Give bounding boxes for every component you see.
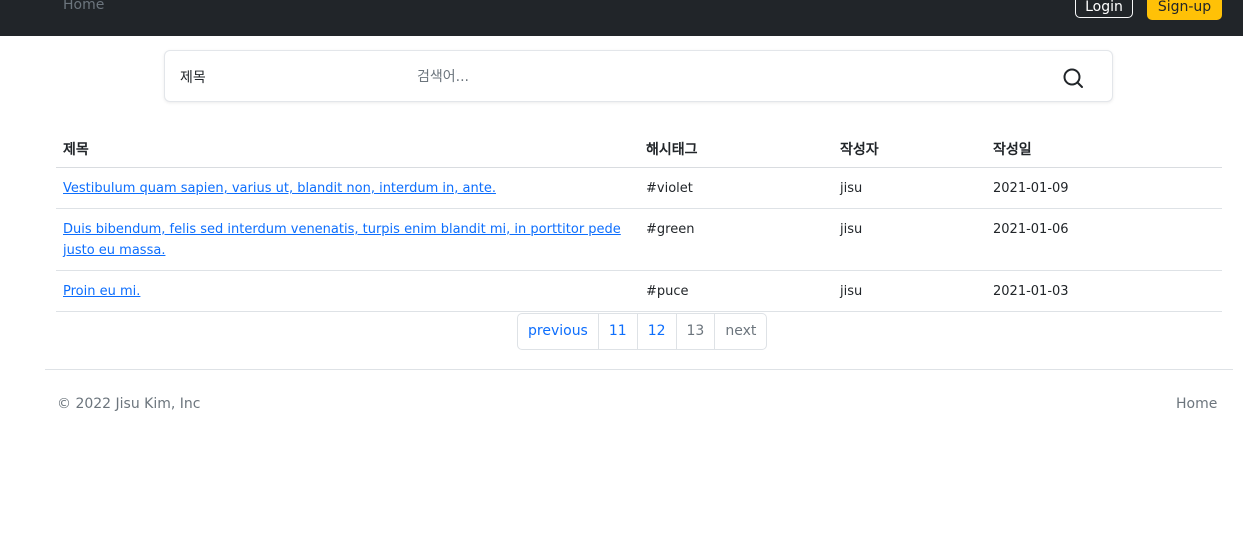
table-header-row: 제목 해시태그 작성자 작성일: [56, 130, 1222, 168]
pagination: previous 11 12 13 next: [517, 313, 768, 350]
table-row: Vestibulum quam sapien, varius ut, bland…: [56, 167, 1222, 209]
article-title-link[interactable]: Vestibulum quam sapien, varius ut, bland…: [63, 181, 496, 196]
search-input[interactable]: [417, 65, 1037, 89]
pagination-next[interactable]: next: [714, 314, 766, 349]
signup-button[interactable]: Sign-up: [1147, 0, 1222, 20]
search-type-select[interactable]: 제목: [180, 67, 206, 87]
table-row: Proin eu mi. #puce jisu 2021-01-03: [56, 270, 1222, 312]
search-button[interactable]: [1060, 65, 1086, 91]
table-row: Duis bibendum, felis sed interdum venena…: [56, 208, 1222, 271]
author-cell: jisu: [833, 208, 986, 271]
header-title[interactable]: 제목: [56, 130, 639, 168]
footer-copyright: © 2022 Jisu Kim, Inc: [57, 396, 201, 412]
footer-divider: [45, 369, 1233, 370]
header-date[interactable]: 작성일: [986, 130, 1222, 168]
search-icon: [1063, 68, 1083, 88]
title-cell: Proin eu mi.: [56, 270, 639, 312]
nav-home-link[interactable]: Home: [63, 0, 104, 13]
title-cell: Vestibulum quam sapien, varius ut, bland…: [56, 167, 639, 209]
header-hashtag[interactable]: 해시태그: [639, 130, 833, 168]
hashtag-cell: #puce: [639, 270, 833, 312]
date-cell: 2021-01-09: [986, 167, 1222, 209]
top-navbar: Home Login Sign-up: [0, 0, 1243, 36]
author-cell: jisu: [833, 167, 986, 209]
hashtag-cell: #violet: [639, 167, 833, 209]
article-table: 제목 해시태그 작성자 작성일 Vestibulum quam sapien, …: [56, 130, 1222, 312]
footer-home-link[interactable]: Home: [1176, 396, 1217, 412]
date-cell: 2021-01-06: [986, 208, 1222, 271]
login-button[interactable]: Login: [1075, 0, 1133, 18]
pagination-page[interactable]: 11: [597, 314, 637, 349]
hashtag-cell: #green: [639, 208, 833, 271]
author-cell: jisu: [833, 270, 986, 312]
pagination-page[interactable]: 12: [636, 314, 676, 349]
search-bar: 제목: [164, 50, 1113, 102]
article-title-link[interactable]: Proin eu mi.: [63, 284, 140, 299]
pagination-previous[interactable]: previous: [518, 314, 598, 349]
date-cell: 2021-01-03: [986, 270, 1222, 312]
article-title-link[interactable]: Duis bibendum, felis sed interdum venena…: [63, 222, 621, 258]
header-author[interactable]: 작성자: [833, 130, 986, 168]
pagination-page-current[interactable]: 13: [675, 314, 715, 349]
title-cell: Duis bibendum, felis sed interdum venena…: [56, 208, 639, 271]
